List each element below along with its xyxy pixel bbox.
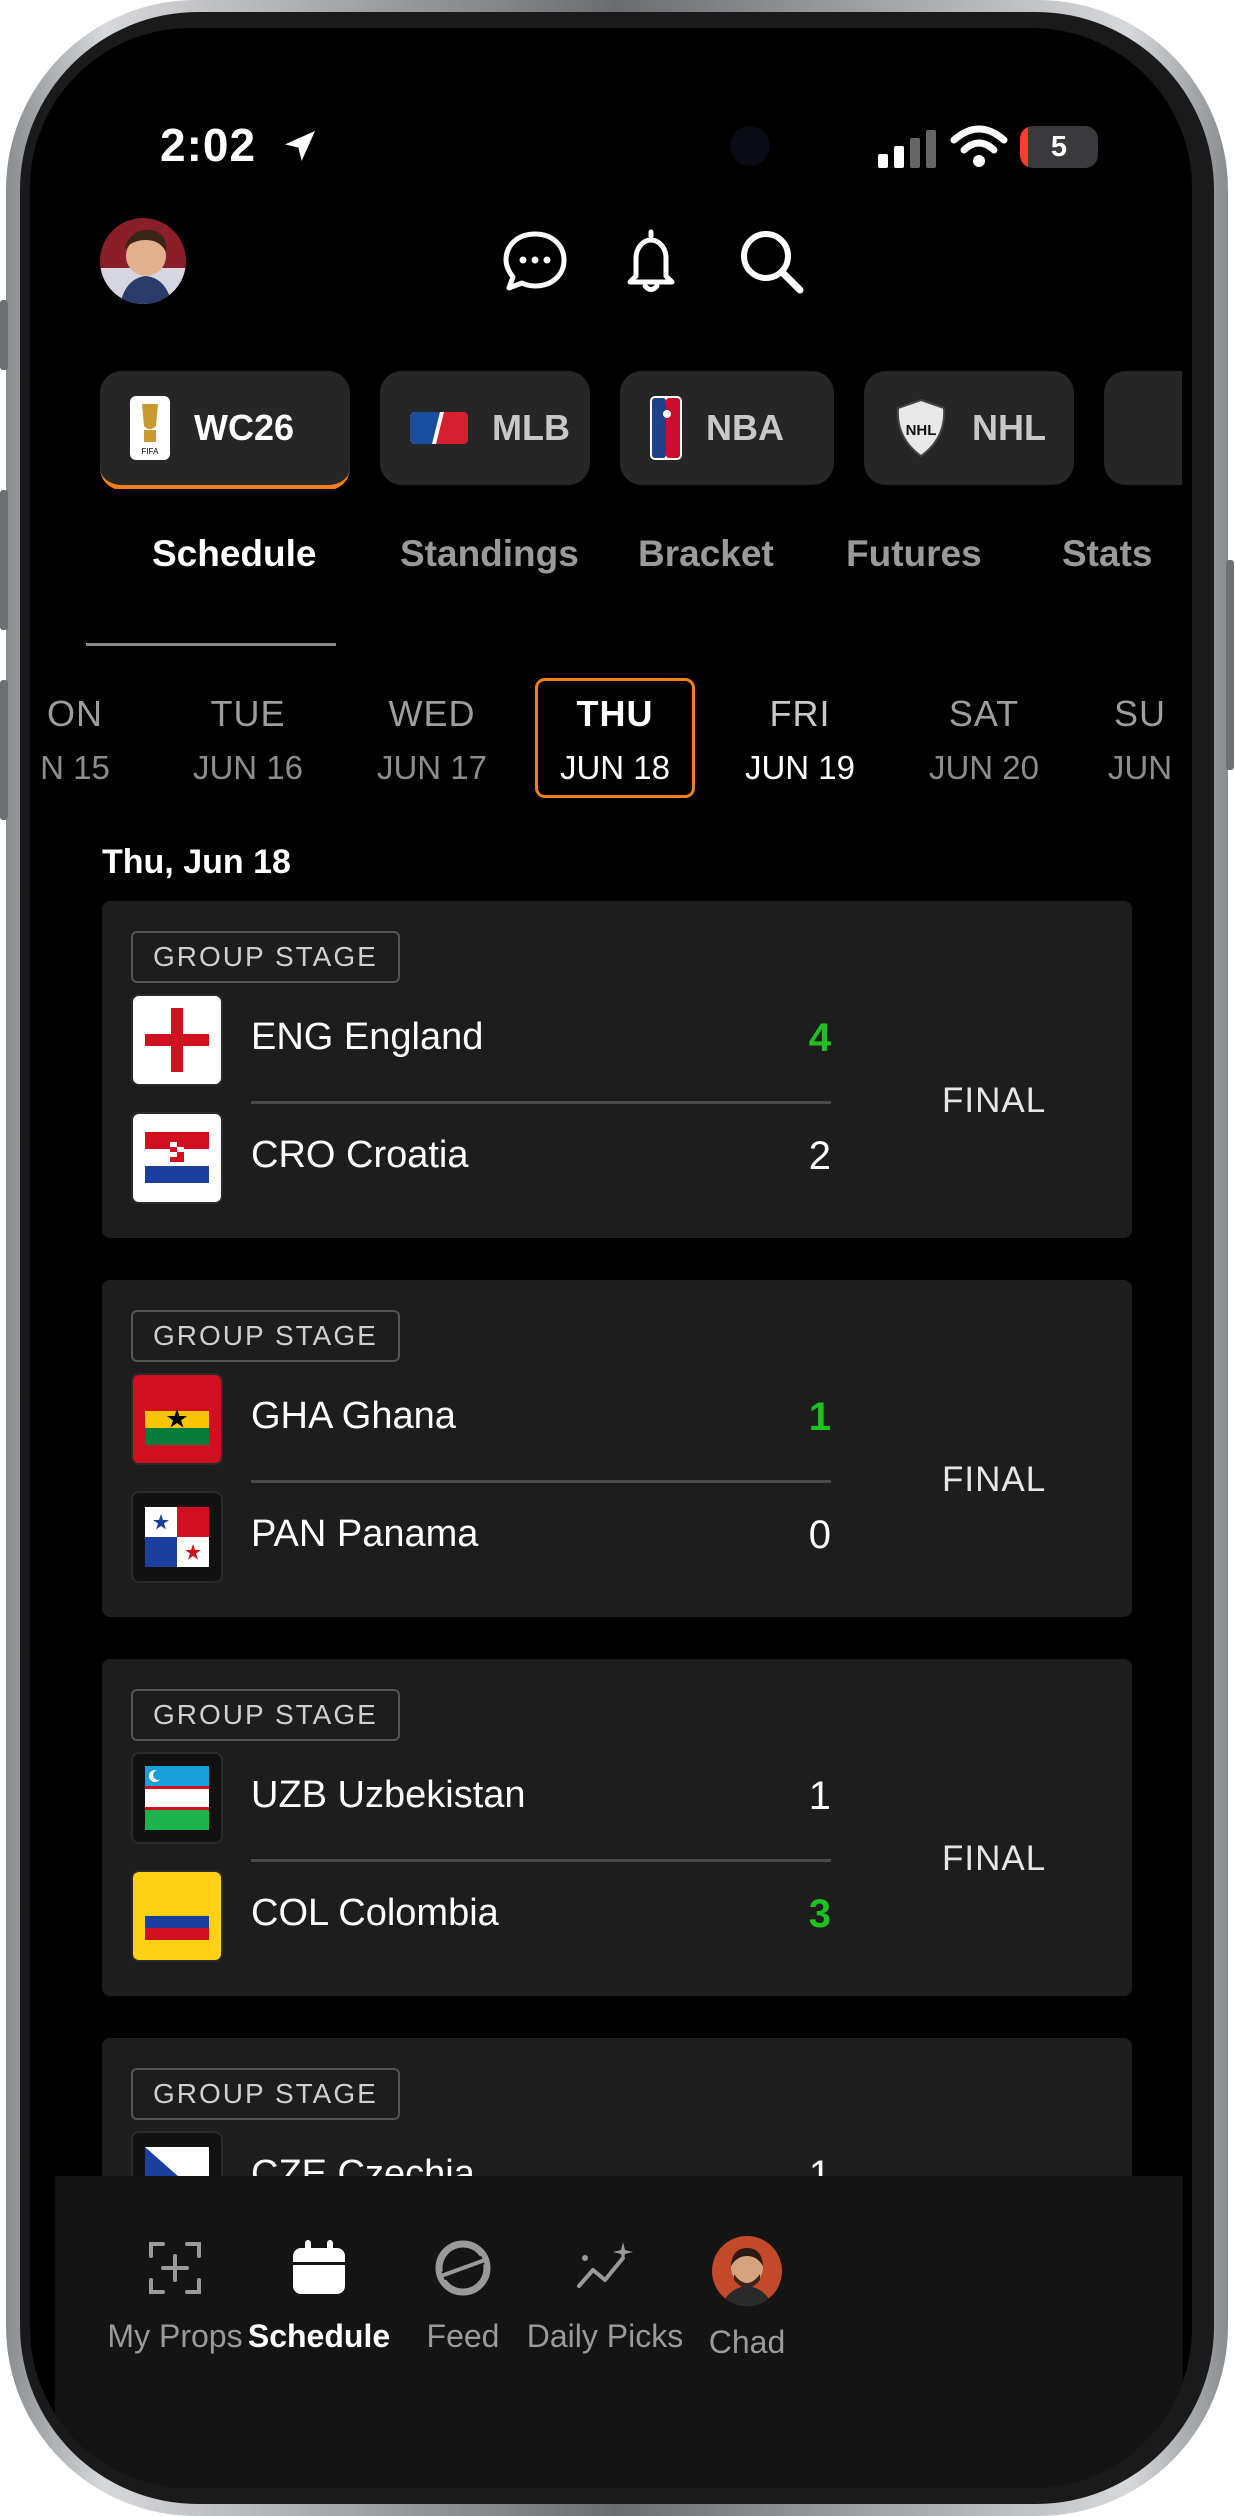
messages-icon[interactable]	[500, 226, 570, 296]
team-score: 2	[808, 1134, 831, 1178]
front-camera	[730, 126, 770, 166]
team-score: 1	[808, 1395, 831, 1439]
feed-icon	[435, 2240, 491, 2296]
team-score: 4	[808, 1016, 831, 1060]
league-label: MLB	[492, 407, 570, 448]
team-score: 1	[808, 1774, 831, 1818]
ghana-flag-icon	[131, 1373, 223, 1465]
search-icon[interactable]	[736, 226, 806, 296]
league-label: WC26	[194, 407, 295, 448]
date-item[interactable]: FRI JUN 19	[720, 678, 880, 798]
date-item[interactable]: ON N 15	[30, 678, 130, 798]
status-time: 2:02	[160, 119, 257, 171]
date-item-selected[interactable]: THU JUN 18	[535, 678, 695, 798]
team-name: UZB Uzbekistan	[251, 1774, 526, 1816]
active-tab-indicator	[86, 643, 336, 646]
team-name: CRO Croatia	[251, 1134, 469, 1176]
tab-schedule[interactable]: Schedule	[152, 533, 317, 575]
league-label: NBA	[706, 407, 784, 448]
league-selector: FIFA WC26 MLB NBA NHL NHL	[100, 371, 1182, 489]
team-row-away: CRO Croatia 2	[131, 1112, 831, 1204]
svg-text:NHL: NHL	[906, 422, 937, 439]
croatia-flag-icon	[131, 1112, 223, 1204]
chad-avatar	[712, 2236, 782, 2306]
bottom-navigation: My Props Schedule Feed Daily Picks Chad	[55, 2176, 1183, 2488]
battery-indicator: 5	[1020, 126, 1098, 168]
battery-level: 5	[1050, 131, 1068, 163]
divider	[251, 1101, 831, 1104]
match-status: FINAL	[942, 1839, 1047, 1878]
nba-logo-icon	[650, 396, 682, 460]
league-label: NHL	[972, 407, 1046, 448]
match-status: FINAL	[942, 1460, 1047, 1499]
colombia-flag-icon	[131, 1870, 223, 1962]
team-name: GHA Ghana	[251, 1395, 456, 1437]
add-prop-icon	[149, 2242, 201, 2294]
league-chip-nhl[interactable]: NHL NHL	[864, 371, 1074, 485]
match-card[interactable]: GROUP STAGE GHA Ghana 1 PAN Panama 0 FIN…	[102, 1280, 1132, 1617]
team-name: PAN Panama	[251, 1513, 479, 1555]
team-row-home: UZB Uzbekistan 1	[131, 1752, 831, 1844]
tab-standings[interactable]: Standings	[400, 533, 579, 575]
profile-avatar[interactable]	[100, 218, 186, 304]
team-score: 0	[808, 1513, 831, 1557]
tab-bracket[interactable]: Bracket	[638, 533, 774, 575]
team-score: 3	[808, 1892, 831, 1936]
location-arrow-icon	[285, 131, 315, 161]
league-chip-more[interactable]	[1104, 371, 1182, 485]
stage-badge: GROUP STAGE	[131, 1689, 400, 1741]
divider	[251, 1480, 831, 1483]
league-chip-nba[interactable]: NBA	[620, 371, 834, 485]
divider	[251, 1859, 831, 1862]
match-card[interactable]: GROUP STAGE UZB Uzbekistan 1 COL Colombi…	[102, 1659, 1132, 1996]
match-status: FINAL	[942, 1081, 1047, 1120]
date-item[interactable]: WED JUN 17	[352, 678, 512, 798]
league-chip-wc26[interactable]: FIFA WC26	[100, 371, 350, 489]
nhl-logo-icon: NHL	[896, 398, 946, 458]
nav-chad[interactable]: Chad	[647, 2236, 847, 2361]
england-flag-icon	[131, 994, 223, 1086]
panama-flag-icon	[131, 1491, 223, 1583]
cellular-signal-icon	[878, 130, 936, 168]
team-name: COL Colombia	[251, 1892, 499, 1934]
notifications-icon[interactable]	[616, 226, 686, 296]
team-row-home: ENG England 4	[131, 994, 831, 1086]
date-strip: ON N 15 TUE JUN 16 WED JUN 17 THU JUN 18 FRI…	[30, 678, 1192, 818]
mlb-logo-icon	[410, 412, 468, 444]
trend-sparkle-icon	[577, 2242, 633, 2288]
world-cup-trophy-icon: FIFA	[130, 396, 170, 460]
uzbekistan-flag-icon	[131, 1752, 223, 1844]
match-card[interactable]: GROUP STAGE ENG England 4 CRO Croatia 2 …	[102, 901, 1132, 1238]
team-row-home: GHA Ghana 1	[131, 1373, 831, 1465]
date-item[interactable]: SAT JUN 20	[904, 678, 1064, 798]
date-item[interactable]: SU JUN	[1090, 678, 1190, 798]
team-name: ENG England	[251, 1016, 484, 1058]
league-chip-mlb[interactable]: MLB	[380, 371, 590, 485]
svg-text:FIFA: FIFA	[142, 447, 160, 456]
stage-badge: GROUP STAGE	[131, 1310, 400, 1362]
section-tabs: Schedule Standings Bracket Futures Stats	[90, 533, 1192, 653]
day-heading: Thu, Jun 18	[102, 843, 291, 881]
stage-badge: GROUP STAGE	[131, 2068, 400, 2120]
tab-futures[interactable]: Futures	[846, 533, 982, 575]
stage-badge: GROUP STAGE	[131, 931, 400, 983]
wifi-icon	[950, 125, 1008, 167]
tab-stats[interactable]: Stats	[1062, 533, 1152, 575]
calendar-icon	[293, 2240, 345, 2294]
team-row-away: COL Colombia 3	[131, 1870, 831, 1962]
app-screen: 2:02 5 FIFA WC26 MLB NBA NHL NHL Schedul…	[30, 28, 1192, 2488]
date-item[interactable]: TUE JUN 16	[168, 678, 328, 798]
team-row-away: PAN Panama 0	[131, 1491, 831, 1583]
